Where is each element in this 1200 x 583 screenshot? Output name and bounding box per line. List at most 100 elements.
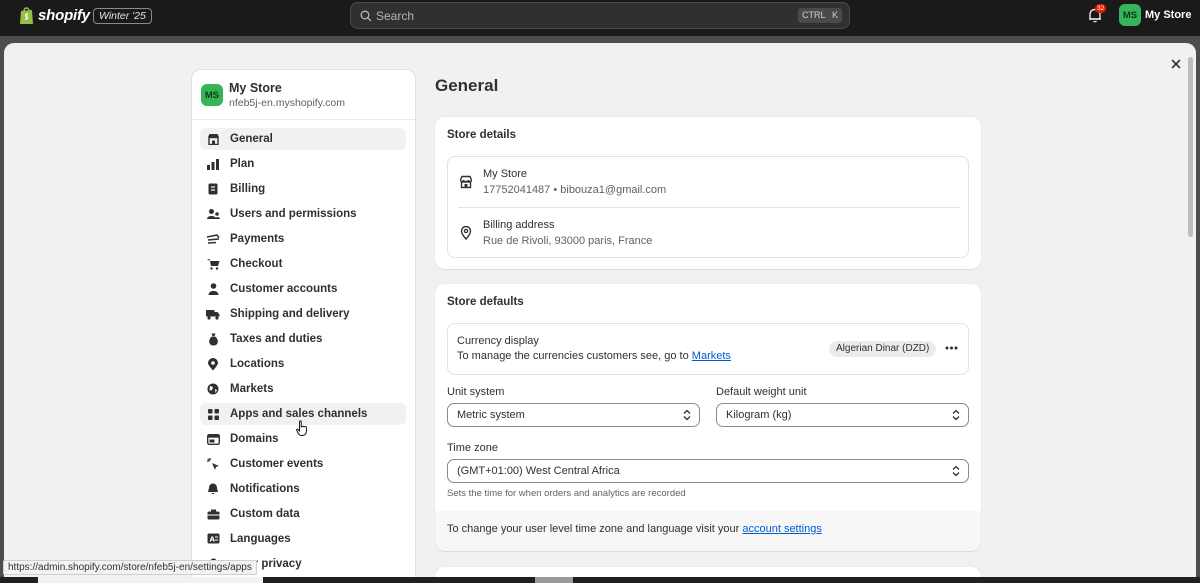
unit-system-value: Metric system xyxy=(457,409,525,421)
users-icon xyxy=(206,207,220,221)
markets-link[interactable]: Markets xyxy=(692,350,731,362)
sidebar-item-customer-accounts[interactable]: Customer accounts xyxy=(200,278,406,300)
sidebar-item-plan[interactable]: Plan xyxy=(200,153,406,175)
unit-system-label: Unit system xyxy=(447,386,505,398)
more-actions-icon[interactable] xyxy=(945,346,958,350)
billing-address-value: Rue de Rivoli, 93000 paris, France xyxy=(483,235,653,247)
sidebar-item-label: Plan xyxy=(230,158,255,170)
user-menu[interactable]: MS My Store xyxy=(1119,4,1191,26)
store-details-box: My Store 17752041487 • bibouza1@gmail.co… xyxy=(447,156,969,258)
store-profile-row[interactable]: My Store 17752041487 • bibouza1@gmail.co… xyxy=(448,157,968,207)
sidebar-item-label: Customer accounts xyxy=(230,283,338,295)
select-chevron-icon xyxy=(683,409,691,421)
sidebar-item-billing[interactable]: Billing xyxy=(200,178,406,200)
location-pin-icon xyxy=(460,226,472,240)
sidebar-item-label: Domains xyxy=(230,433,279,445)
search-placeholder: Search xyxy=(376,9,415,23)
cart-icon xyxy=(206,257,220,271)
sidebar-item-notifications[interactable]: Notifications xyxy=(200,478,406,500)
store-contact-value: 17752041487 • bibouza1@gmail.com xyxy=(483,184,667,196)
sidebar-item-label: Customer events xyxy=(230,458,324,470)
domain-icon xyxy=(206,432,220,446)
tax-bag-icon xyxy=(206,332,220,346)
sidebar-item-label: Taxes and duties xyxy=(230,333,323,345)
sidebar-item-general[interactable]: General xyxy=(200,128,406,150)
hand-cursor-icon xyxy=(296,420,307,436)
store-details-card: Store details My Store 17752041487 • bib… xyxy=(435,117,981,269)
apps-icon xyxy=(206,407,220,421)
sidebar-item-customer-events[interactable]: Customer events xyxy=(200,453,406,475)
bell-icon xyxy=(206,482,220,496)
card-title: Store defaults xyxy=(447,296,524,308)
sidebar-item-label: Shipping and delivery xyxy=(230,308,350,320)
sidebar-item-label: Billing xyxy=(230,183,266,195)
settings-modal: MS My Store nfeb5j-en.myshopify.com Gene… xyxy=(4,43,1196,583)
scrollbar-thumb[interactable] xyxy=(1188,57,1193,237)
time-zone-value: (GMT+01:00) West Central Africa xyxy=(457,465,620,477)
billing-address-row[interactable]: Billing address Rue de Rivoli, 93000 par… xyxy=(448,208,968,258)
shortcut-ctrl-key: CTRL xyxy=(798,8,830,23)
select-chevron-icon xyxy=(952,465,960,477)
currency-display-box: Currency display To manage the currencie… xyxy=(447,323,969,375)
sidebar-item-shipping[interactable]: Shipping and delivery xyxy=(200,303,406,325)
page-title: General xyxy=(435,76,499,95)
time-zone-select[interactable]: (GMT+01:00) West Central Africa xyxy=(447,459,969,483)
shopify-logo[interactable]: shopify xyxy=(19,6,90,25)
account-settings-link[interactable]: account settings xyxy=(742,523,822,535)
edition-badge[interactable]: Winter '25 xyxy=(93,8,152,24)
sidebar-item-label: Apps and sales channels xyxy=(230,408,368,420)
sidebar-divider xyxy=(192,119,415,120)
status-bar-url: https://admin.shopify.com/store/nfeb5j-e… xyxy=(3,560,257,575)
close-button[interactable] xyxy=(1167,55,1185,73)
weight-unit-select[interactable]: Kilogram (kg) xyxy=(716,403,969,427)
sidebar-item-label: Payments xyxy=(230,233,285,245)
unit-system-select[interactable]: Metric system xyxy=(447,403,700,427)
store-header[interactable]: MS My Store nfeb5j-en.myshopify.com xyxy=(201,81,411,119)
time-zone-help: Sets the time for when orders and analyt… xyxy=(447,488,686,499)
location-pin-icon xyxy=(206,357,220,371)
close-icon xyxy=(1171,59,1181,69)
taskbar-segment xyxy=(535,577,573,583)
user-name: My Store xyxy=(1145,9,1192,21)
sidebar-item-label: Locations xyxy=(230,358,285,370)
credit-card-icon xyxy=(206,232,220,246)
globe-icon xyxy=(206,382,220,396)
currency-display-label: Currency display xyxy=(457,335,539,347)
language-icon: A xyxy=(206,532,220,546)
store-icon xyxy=(206,132,220,146)
truck-icon xyxy=(206,307,220,321)
store-icon xyxy=(459,175,473,189)
user-avatar: MS xyxy=(1119,4,1141,26)
billing-address-label: Billing address xyxy=(483,219,555,231)
card-title: Store details xyxy=(447,129,517,141)
sidebar-item-taxes[interactable]: Taxes and duties xyxy=(200,328,406,350)
sidebar-item-checkout[interactable]: Checkout xyxy=(200,253,406,275)
sidebar-item-locations[interactable]: Locations xyxy=(200,353,406,375)
store-defaults-card: Store defaults Currency display To manag… xyxy=(435,284,981,551)
store-name: My Store xyxy=(229,81,282,95)
sidebar-item-custom-data[interactable]: Custom data xyxy=(200,503,406,525)
sidebar-item-languages[interactable]: A Languages xyxy=(200,528,406,550)
weight-unit-label: Default weight unit xyxy=(716,386,807,398)
cursor-sparkle-icon xyxy=(206,457,220,471)
top-bar: shopify Winter '25 Search CTRL K 32 MS M… xyxy=(0,0,1200,36)
sidebar-item-label: Custom data xyxy=(230,508,300,520)
sidebar-item-payments[interactable]: Payments xyxy=(200,228,406,250)
search-bar[interactable]: Search CTRL K xyxy=(350,2,850,29)
settings-sidebar: MS My Store nfeb5j-en.myshopify.com Gene… xyxy=(191,69,416,583)
shopify-bag-icon xyxy=(20,7,33,24)
taskbar-segment xyxy=(38,577,263,583)
select-chevron-icon xyxy=(952,409,960,421)
time-zone-label: Time zone xyxy=(447,442,498,454)
currency-badge: Algerian Dinar (DZD) xyxy=(829,341,937,357)
sidebar-item-users[interactable]: Users and permissions xyxy=(200,203,406,225)
sidebar-item-label: General xyxy=(230,133,273,145)
card-footer: To change your user level time zone and … xyxy=(435,511,981,551)
sidebar-item-label: Markets xyxy=(230,383,274,395)
store-name-value: My Store xyxy=(483,168,528,180)
plan-icon xyxy=(206,157,220,171)
notification-count-badge: 32 xyxy=(1095,4,1107,13)
sidebar-item-markets[interactable]: Markets xyxy=(200,378,406,400)
sidebar-item-label: Users and permissions xyxy=(230,208,357,220)
sidebar-item-label: Notifications xyxy=(230,483,300,495)
